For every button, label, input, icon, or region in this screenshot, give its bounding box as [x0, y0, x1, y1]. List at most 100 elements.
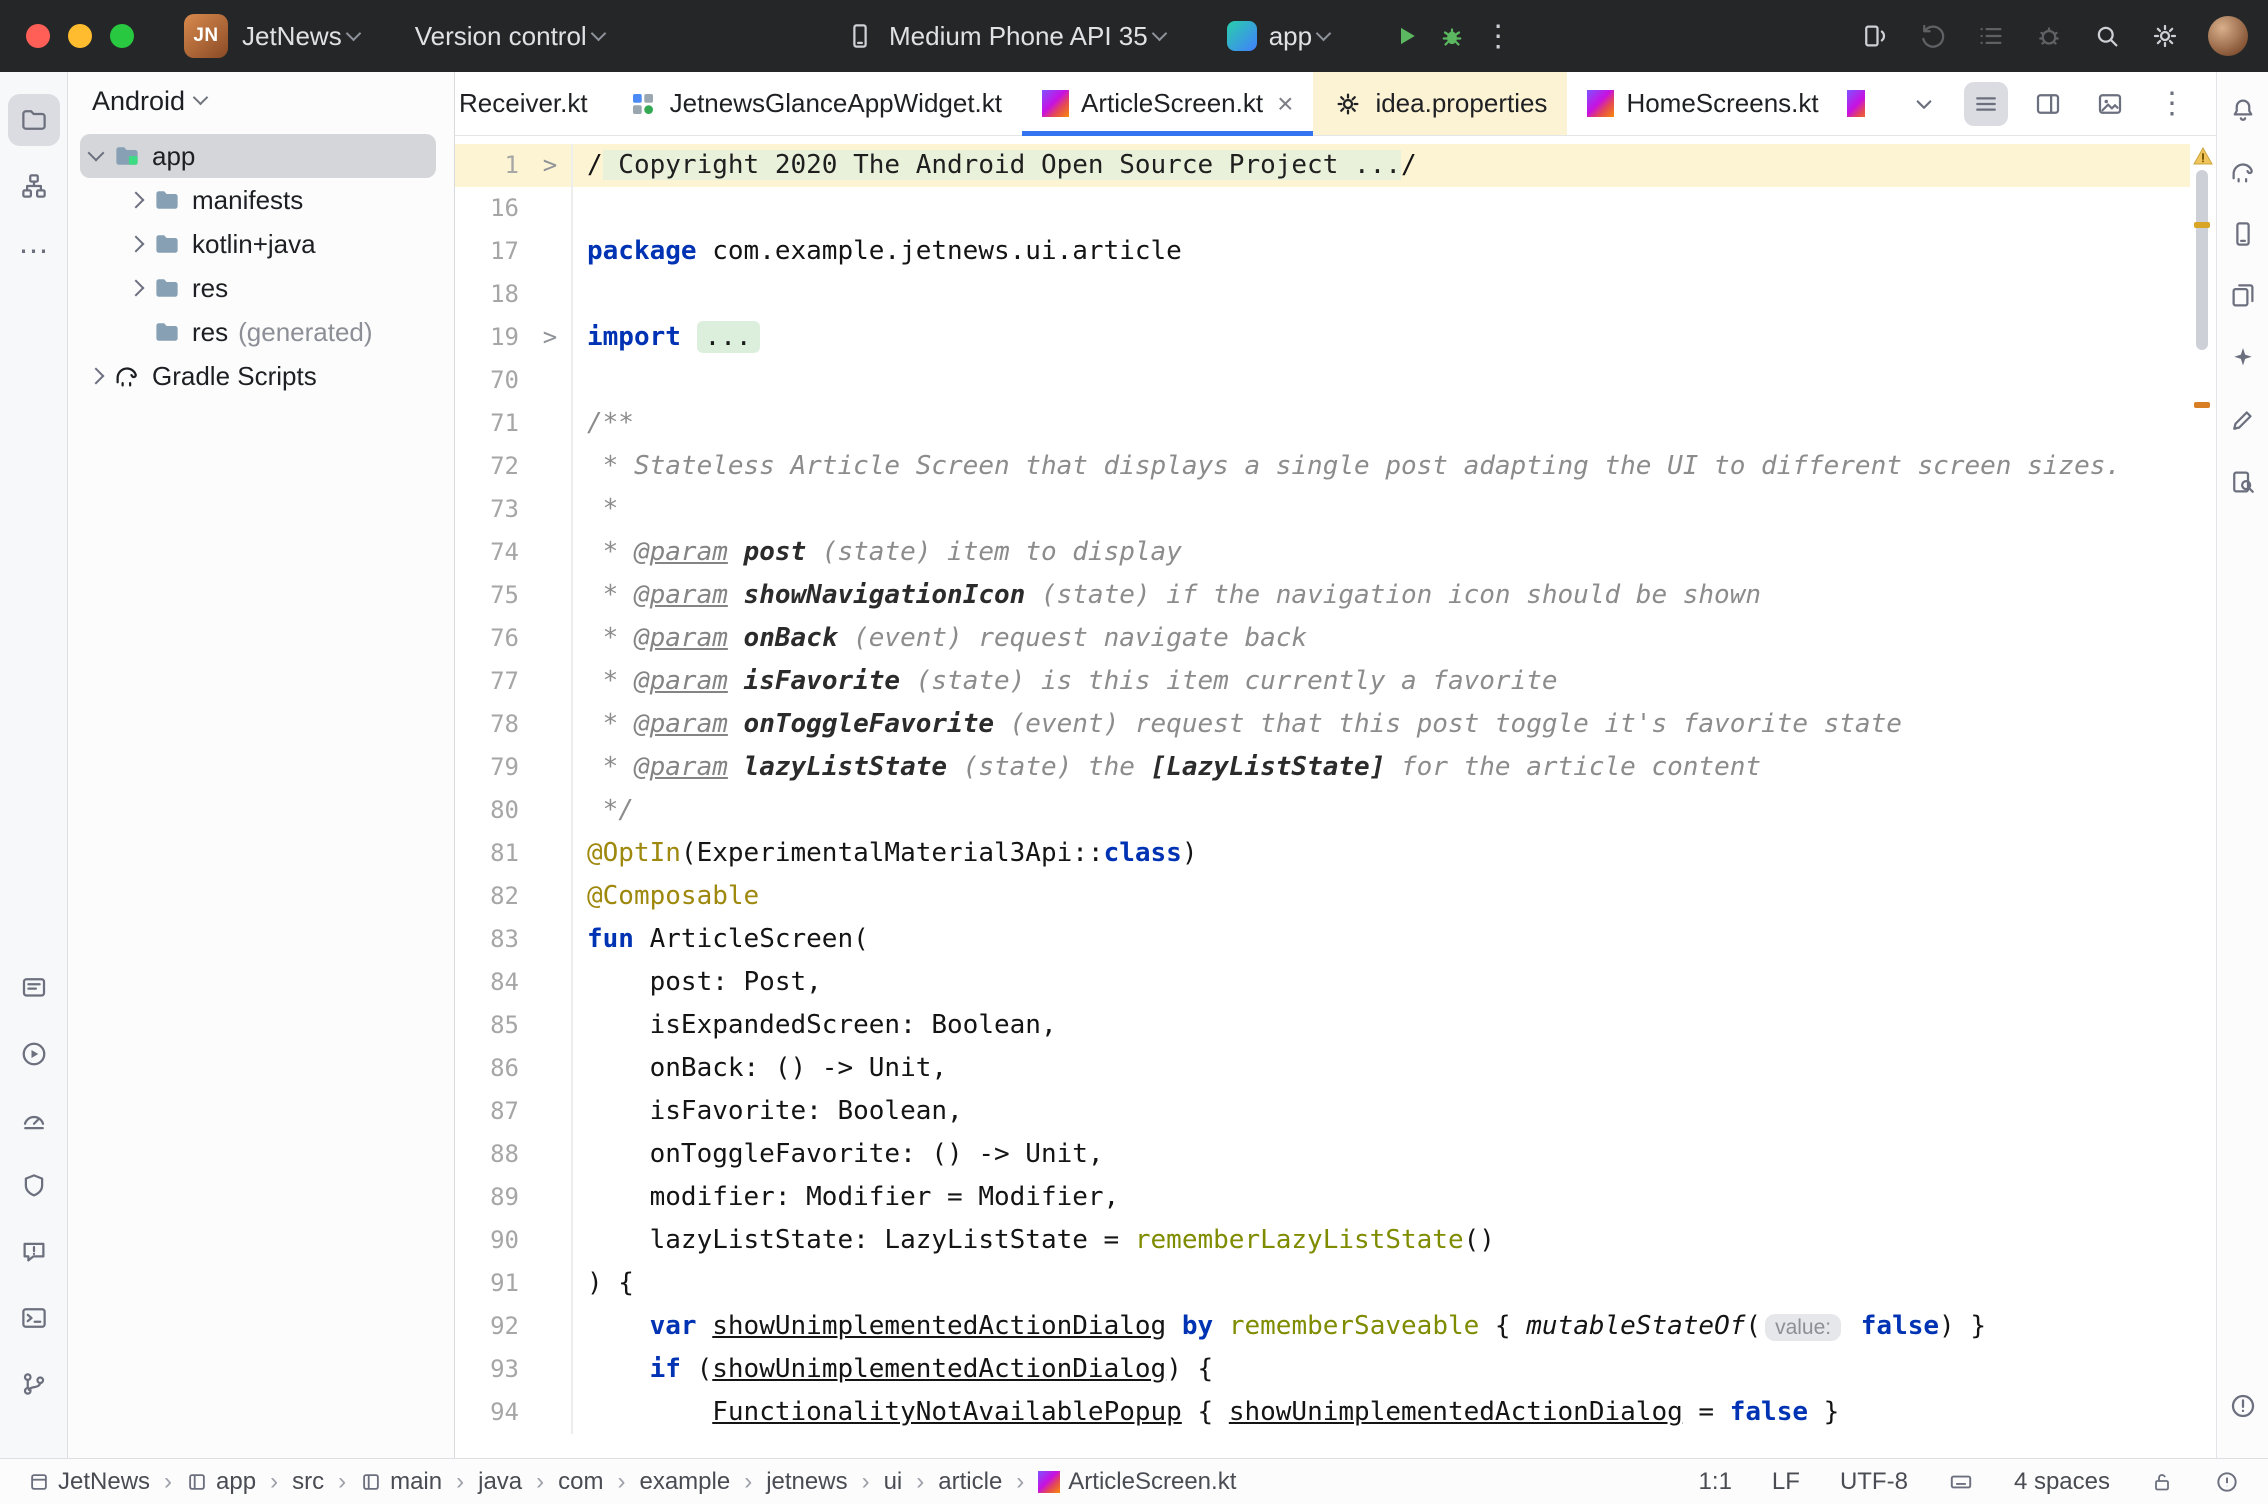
todo-list-button[interactable]	[1976, 21, 2006, 51]
terminal-toolwindow-button[interactable]	[8, 1292, 60, 1344]
app-inspection-toolwindow-button[interactable]	[8, 1160, 60, 1212]
code-text[interactable]: isExpandedScreen: Boolean,	[573, 1004, 1057, 1047]
tab-homescreens.kt[interactable]: HomeScreens.kt	[1567, 72, 1838, 135]
editor-scrollbar[interactable]	[2196, 170, 2208, 350]
fold-arrow-icon[interactable]: >	[529, 316, 573, 359]
code-text[interactable]: /**	[573, 402, 634, 445]
code-text[interactable]: * @param isFavorite (state) is this item…	[573, 660, 1558, 703]
keyboard-icon[interactable]	[1948, 1469, 1974, 1495]
tab-idea.properties[interactable]: idea.properties	[1313, 72, 1567, 135]
tab-clipped[interactable]	[1847, 72, 1865, 135]
chevron-right-icon[interactable]	[128, 192, 145, 209]
problems-button[interactable]	[2034, 21, 2064, 51]
tree-item-res[interactable]: res	[80, 266, 436, 310]
line-ending-indicator[interactable]: LF	[1772, 1468, 1800, 1496]
code-editor[interactable]: 1>/ Copyright 2020 The Android Open Sour…	[455, 136, 2190, 1458]
debug-button[interactable]	[1437, 21, 1467, 51]
tree-item-res[interactable]: res (generated)	[80, 310, 436, 354]
more-actions-button[interactable]: ⋮	[1483, 19, 1513, 54]
breadcrumb-item-jetnews[interactable]: JetNews	[28, 1468, 150, 1496]
gradle-toolwindow-button[interactable]	[2221, 150, 2265, 194]
code-text[interactable]: * @param lazyListState (state) the [Lazy…	[573, 746, 1761, 789]
run-button[interactable]	[1391, 21, 1421, 51]
project-view-selector[interactable]: Android	[68, 72, 454, 130]
settings-button[interactable]	[2150, 21, 2180, 51]
project-widget[interactable]: JN JetNews	[184, 14, 363, 58]
more-vertical-button[interactable]: ⋮	[2150, 82, 2194, 126]
code-text[interactable]: * Stateless Article Screen that displays…	[573, 445, 2121, 488]
breadcrumb-item-jetnews[interactable]: jetnews	[766, 1468, 847, 1496]
code-text[interactable]: / Copyright 2020 The Android Open Source…	[573, 144, 1417, 187]
more-tool-windows-toolwindow-button[interactable]: ⋯	[8, 226, 60, 278]
code-text[interactable]: modifier: Modifier = Modifier,	[573, 1176, 1119, 1219]
chevron-right-icon[interactable]	[88, 368, 105, 385]
code-text[interactable]: onBack: () -> Unit,	[573, 1047, 947, 1090]
code-text[interactable]: lazyListState: LazyListState = rememberL…	[573, 1219, 1495, 1262]
code-text[interactable]: FunctionalityNotAvailablePopup { showUni…	[573, 1391, 1839, 1434]
editor-list-button[interactable]	[1964, 82, 2008, 126]
code-text[interactable]: post: Post,	[573, 961, 822, 1004]
lock-open-icon[interactable]	[2150, 1470, 2174, 1494]
profiler-toolwindow-button[interactable]	[8, 1094, 60, 1146]
user-avatar[interactable]	[2208, 16, 2248, 56]
device-selector[interactable]: Medium Phone API 35	[845, 21, 1169, 52]
search-everywhere-button[interactable]	[2092, 21, 2122, 51]
close-window-button[interactable]	[26, 24, 50, 48]
find-document-toolwindow-button[interactable]	[2221, 460, 2265, 504]
vcs-widget[interactable]: Version control	[415, 21, 608, 52]
structure-toolwindow-button[interactable]	[8, 160, 60, 212]
code-text[interactable]: * @param post (state) item to display	[573, 531, 1182, 574]
device-streaming-button[interactable]	[1860, 21, 1890, 51]
tree-item-kotlin+java[interactable]: kotlin+java	[80, 222, 436, 266]
fold-arrow-icon[interactable]: >	[529, 144, 573, 187]
tree-item-manifests[interactable]: manifests	[80, 178, 436, 222]
logcat-toolwindow-button[interactable]	[8, 962, 60, 1014]
code-text[interactable]: ) {	[573, 1262, 634, 1305]
tab-receiver.kt[interactable]: Receiver.kt	[455, 72, 608, 135]
breadcrumb-item-com[interactable]: com	[558, 1468, 603, 1496]
code-text[interactable]: @Composable	[573, 875, 759, 918]
chevron-right-icon[interactable]	[128, 236, 145, 253]
inspections-status-icon[interactable]	[2214, 1469, 2240, 1495]
breadcrumb-item-app[interactable]: app	[186, 1468, 256, 1496]
code-text[interactable]: * @param showNavigationIcon (state) if t…	[573, 574, 1761, 617]
version-control-toolwindow-button[interactable]	[8, 1358, 60, 1410]
minimize-window-button[interactable]	[68, 24, 92, 48]
chevron-down-icon[interactable]	[88, 145, 105, 162]
code-text[interactable]: package com.example.jetnews.ui.article	[573, 230, 1182, 273]
code-text[interactable]: var showUnimplementedActionDialog by rem…	[573, 1305, 1986, 1349]
code-text[interactable]: if (showUnimplementedActionDialog) {	[573, 1348, 1213, 1391]
code-text[interactable]: * @param onToggleFavorite (event) reques…	[573, 703, 1902, 746]
code-text[interactable]: fun ArticleScreen(	[573, 918, 869, 961]
split-editor-button[interactable]	[2026, 82, 2070, 126]
encoding-indicator[interactable]: UTF-8	[1840, 1468, 1908, 1496]
tree-item-gradle-scripts[interactable]: Gradle Scripts	[80, 354, 436, 398]
close-tab-icon[interactable]: ×	[1277, 88, 1293, 120]
breadcrumb-item-articlescreen.kt[interactable]: ArticleScreen.kt	[1038, 1468, 1236, 1496]
device-manager-toolwindow-button[interactable]	[2221, 212, 2265, 256]
edit-document-toolwindow-button[interactable]	[2221, 398, 2265, 442]
tab-articlescreen.kt[interactable]: ArticleScreen.kt×	[1022, 72, 1313, 135]
restore-button[interactable]	[1918, 21, 1948, 51]
preview-image-button[interactable]	[2088, 82, 2132, 126]
tab-jetnewsglanceappwidget.kt[interactable]: JetnewsGlanceAppWidget.kt	[608, 72, 1022, 135]
breadcrumb-item-example[interactable]: example	[639, 1468, 730, 1496]
running-devices-toolwindow-button[interactable]	[2221, 274, 2265, 318]
indent-indicator[interactable]: 4 spaces	[2014, 1468, 2110, 1496]
code-text[interactable]: * @param onBack (event) request navigate…	[573, 617, 1307, 660]
breadcrumb-item-src[interactable]: src	[292, 1468, 324, 1496]
chevron-down-button[interactable]	[1902, 82, 1946, 126]
breadcrumb-item-java[interactable]: java	[478, 1468, 522, 1496]
run-configuration-selector[interactable]: app	[1227, 21, 1333, 52]
warning-triangle-icon[interactable]	[2191, 144, 2215, 168]
project-toolwindow-button[interactable]	[8, 94, 60, 146]
code-text[interactable]: isFavorite: Boolean,	[573, 1090, 963, 1133]
assistant-sparkle-toolwindow-button[interactable]	[2221, 336, 2265, 380]
code-text[interactable]: *	[573, 488, 618, 531]
zoom-window-button[interactable]	[110, 24, 134, 48]
code-text[interactable]: @OptIn(ExperimentalMaterial3Api::class)	[573, 832, 1198, 875]
code-text[interactable]: */	[573, 789, 634, 832]
breadcrumb-item-ui[interactable]: ui	[884, 1468, 903, 1496]
app-quality-insights-toolwindow-button[interactable]	[8, 1226, 60, 1278]
tree-item-app[interactable]: app	[80, 134, 436, 178]
